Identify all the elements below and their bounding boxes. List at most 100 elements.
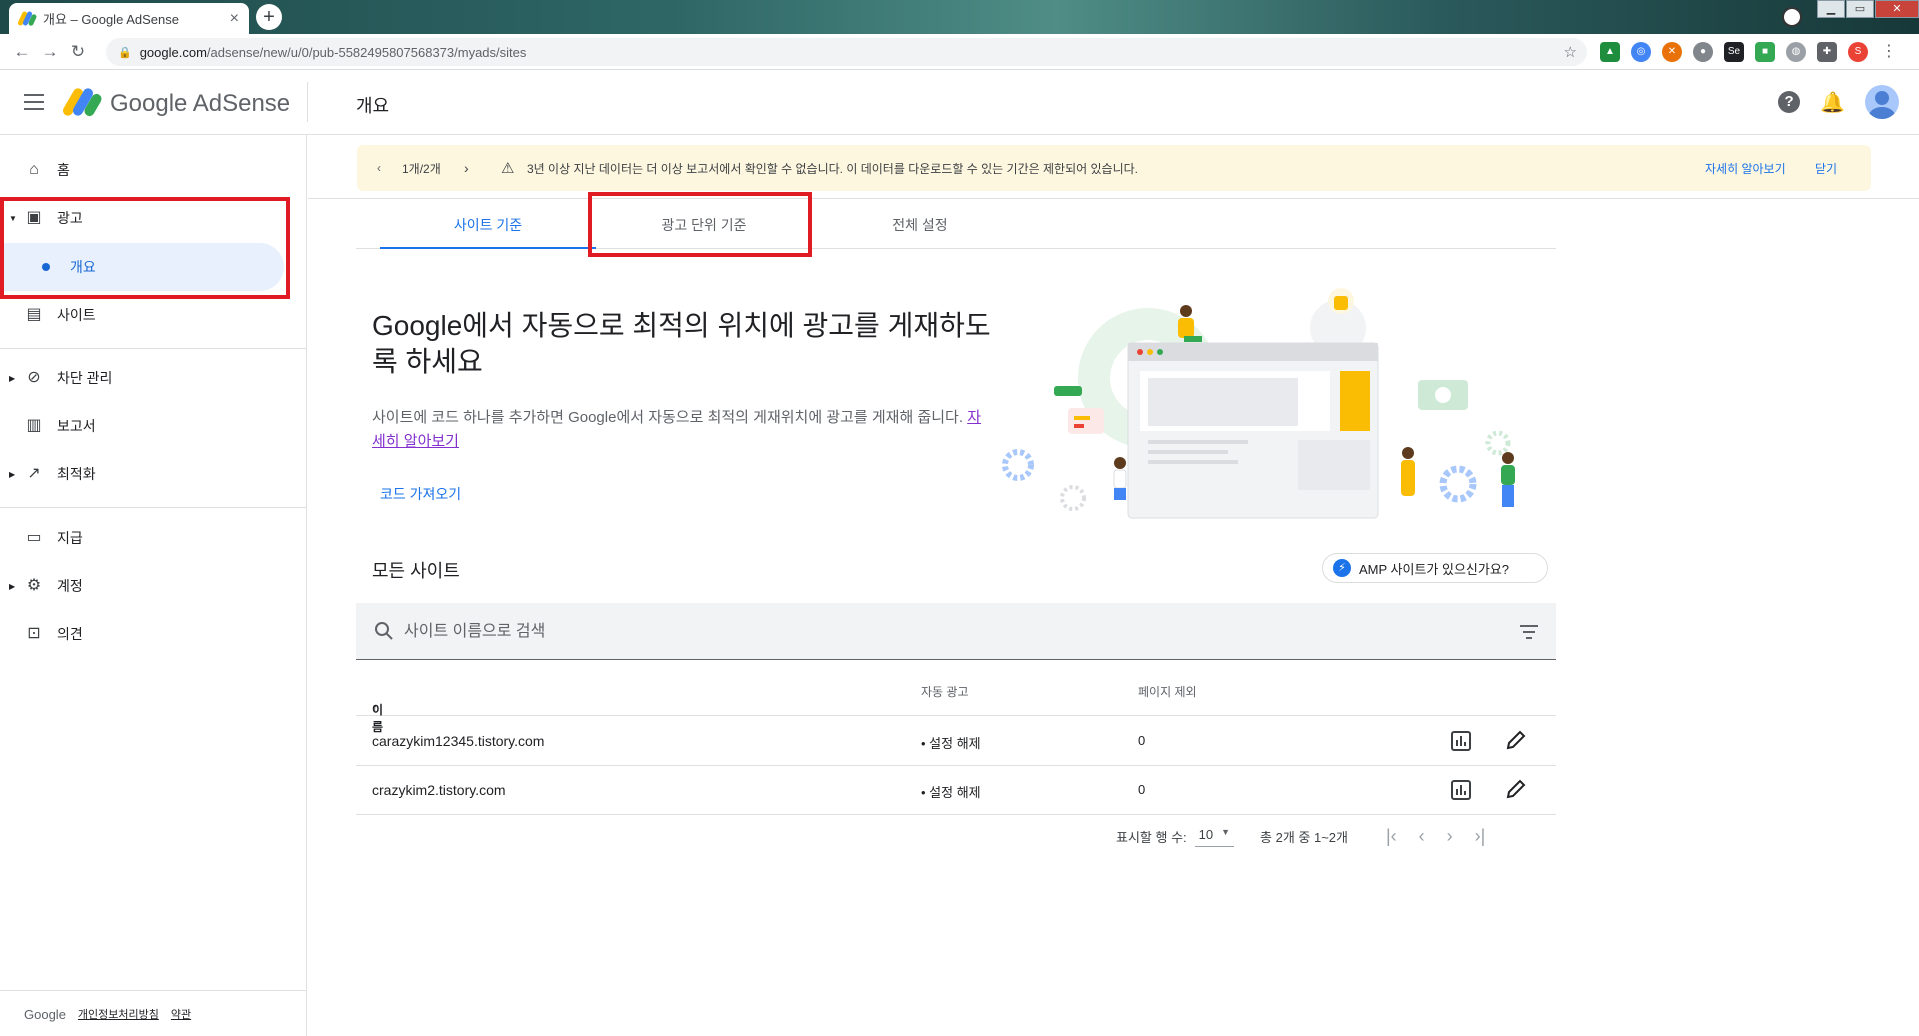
amp-sites-chip[interactable]: ⚡ AMP 사이트가 있으신가요? (1322, 553, 1548, 583)
last-page-icon[interactable]: ›| (1475, 826, 1486, 847)
notice-close-button[interactable]: 닫기 (1815, 160, 1837, 177)
bookmark-star-icon[interactable]: ☆ (1564, 43, 1577, 61)
sidebar-item-optimization[interactable]: ▶ ↗ 최적화 (0, 454, 307, 494)
page-exclusions-count: 0 (1138, 733, 1146, 748)
gray-extension-icon[interactable]: ● (1693, 42, 1713, 62)
edit-pencil-icon[interactable] (1505, 778, 1527, 800)
sidebar-footer: Google 개인정보처리방침 약관 (24, 1006, 191, 1022)
adsense-favicon (17, 10, 38, 27)
all-sites-title: 모든 사이트 (372, 561, 460, 581)
browser-tab-strip: 개요 – Google AdSense × + ▁ ▭ ✕ (0, 0, 1919, 34)
sidebar-item-account[interactable]: ▶ ⚙ 계정 (0, 566, 307, 606)
lock-icon: 🔒 (118, 46, 132, 59)
hero-description: 사이트에 코드 하나를 추가하면 Google에서 자동으로 최적의 게재위치에… (372, 406, 992, 454)
forward-arrow-icon[interactable]: → (36, 42, 64, 62)
pagination: 표시할 행 수: 10 ▼ 총 2개 중 1~2개 |‹ ‹ › ›| (1116, 826, 1485, 847)
url-host: google.com (139, 44, 207, 60)
window-close-button[interactable]: ✕ (1875, 0, 1919, 18)
sidebar-item-sites[interactable]: ▤ 사이트 (0, 295, 307, 335)
tab-global-settings[interactable]: 전체 설정 (812, 201, 1028, 249)
back-arrow-icon[interactable]: ← (8, 42, 36, 62)
sidebar-item-label: 최적화 (57, 466, 96, 482)
sidebar-footer-divider (0, 990, 307, 991)
sidebar-item-label: 보고서 (57, 418, 96, 434)
site-search-input[interactable] (404, 619, 1304, 645)
feedback-icon: ⊡ (27, 625, 41, 642)
optimization-icon: ↗ (27, 465, 41, 482)
profile-avatar-button[interactable]: S (1848, 42, 1868, 62)
menu-icon[interactable] (24, 94, 44, 110)
table-row: carazykim12345.tistory.com • 설정 해제 0 (356, 717, 1556, 766)
sidebar-item-feedback[interactable]: ⊡ 의견 (0, 614, 307, 654)
url-path: /adsense/new/u/0/pub-5582495807568373/my… (206, 44, 527, 60)
help-icon[interactable]: ? (1778, 91, 1801, 113)
expand-caret-icon[interactable]: ▶ (9, 582, 15, 591)
edit-pencil-icon[interactable] (1505, 729, 1527, 751)
search-icon (375, 622, 393, 640)
sidebar-item-payments[interactable]: ▭ 지급 (0, 518, 307, 558)
tab-close-icon[interactable]: × (230, 10, 239, 28)
chrome-extension-icon[interactable]: ◎ (1631, 42, 1651, 62)
browser-profile-icon[interactable] (1782, 7, 1802, 27)
sidebar-item-reports[interactable]: ▥ 보고서 (0, 406, 307, 446)
rows-per-page-label: 표시할 행 수: (1116, 830, 1187, 845)
sidebar-item-blocking[interactable]: ▶ ⊘ 차단 관리 (0, 358, 307, 398)
new-tab-button[interactable]: + (256, 4, 282, 30)
privacy-link[interactable]: 개인정보처리방침 (78, 1006, 159, 1022)
sites-table-header: 이름 ↑ 자동 광고 페이지 제외 (356, 665, 1556, 734)
next-notice-icon[interactable]: › (464, 160, 469, 176)
expand-caret-icon[interactable]: ▶ (9, 374, 15, 383)
browser-tab[interactable]: 개요 – Google AdSense × (9, 3, 249, 34)
notice-banner: ‹ 1개/2개 › ⚠ 3년 이상 지난 데이터는 더 이상 보고서에서 확인할… (357, 145, 1871, 191)
warning-icon: ⚠ (501, 160, 515, 177)
header-divider (307, 82, 308, 122)
page-title: 개요 (356, 96, 390, 116)
report-chart-icon[interactable] (1450, 779, 1472, 801)
filter-icon[interactable] (1520, 625, 1538, 639)
sites-icon: ▤ (26, 306, 42, 323)
next-page-icon[interactable]: › (1447, 826, 1453, 847)
get-code-button[interactable]: 코드 가져오기 (380, 484, 461, 504)
sidebar-item-home[interactable]: ⌂ 홈 (0, 150, 307, 190)
notifications-bell-icon[interactable]: 🔔 (1820, 90, 1845, 115)
amp-bolt-icon: ⚡ (1333, 559, 1351, 577)
sidebar-divider (0, 348, 307, 349)
rows-per-page-value: 10 (1198, 826, 1214, 842)
orange-extension-icon[interactable]: ✕ (1662, 42, 1682, 62)
browser-tab-title: 개요 – Google AdSense (43, 12, 179, 27)
reload-icon[interactable]: ↻ (64, 42, 92, 62)
prev-page-icon[interactable]: ‹ (1419, 826, 1425, 847)
globe-extension-icon[interactable]: ◍ (1786, 42, 1806, 62)
browser-menu-icon[interactable]: ⋮ (1879, 42, 1899, 62)
address-bar[interactable]: 🔒 google.com/adsense/new/u/0/pub-5582495… (106, 38, 1587, 66)
account-avatar[interactable] (1865, 85, 1899, 119)
auto-ads-illustration (1002, 288, 1515, 519)
drive-extension-icon[interactable]: ▲ (1600, 42, 1620, 62)
puzzle-extensions-icon[interactable]: ✚ (1817, 42, 1837, 62)
header-actions: ? 🔔 (1778, 85, 1899, 119)
minimize-button[interactable]: ▁ (1817, 0, 1845, 18)
notice-learn-more-link[interactable]: 자세히 알아보기 (1705, 160, 1786, 177)
maximize-button[interactable]: ▭ (1846, 0, 1874, 18)
se-extension-icon[interactable]: Se (1724, 42, 1744, 62)
green-extension-icon[interactable]: ■ (1755, 42, 1775, 62)
content-divider (308, 198, 1919, 199)
sidebar-item-label: 사이트 (57, 307, 96, 323)
highlight-box-sidebar (0, 197, 290, 299)
first-page-icon[interactable]: |‹ (1386, 826, 1397, 847)
sidebar-divider (0, 507, 307, 508)
expand-caret-icon[interactable]: ▶ (9, 470, 15, 479)
sidebar-item-label: 차단 관리 (57, 370, 113, 386)
rows-per-page-select[interactable]: 10 ▼ (1194, 826, 1235, 847)
prev-notice-icon[interactable]: ‹ (377, 161, 381, 175)
column-header-auto-ads: 자동 광고 (921, 685, 969, 699)
report-chart-icon[interactable] (1450, 730, 1472, 752)
site-name: crazykim2.tistory.com (372, 782, 506, 798)
pagination-range: 총 2개 중 1~2개 (1260, 830, 1348, 845)
site-search-bar (356, 603, 1556, 660)
terms-link[interactable]: 약관 (171, 1006, 191, 1022)
sidebar-item-label: 계정 (57, 578, 83, 594)
window-controls: ▁ ▭ ✕ (1816, 0, 1919, 20)
google-footer-logo: Google (24, 1006, 66, 1022)
tab-by-site[interactable]: 사이트 기준 (380, 201, 596, 249)
